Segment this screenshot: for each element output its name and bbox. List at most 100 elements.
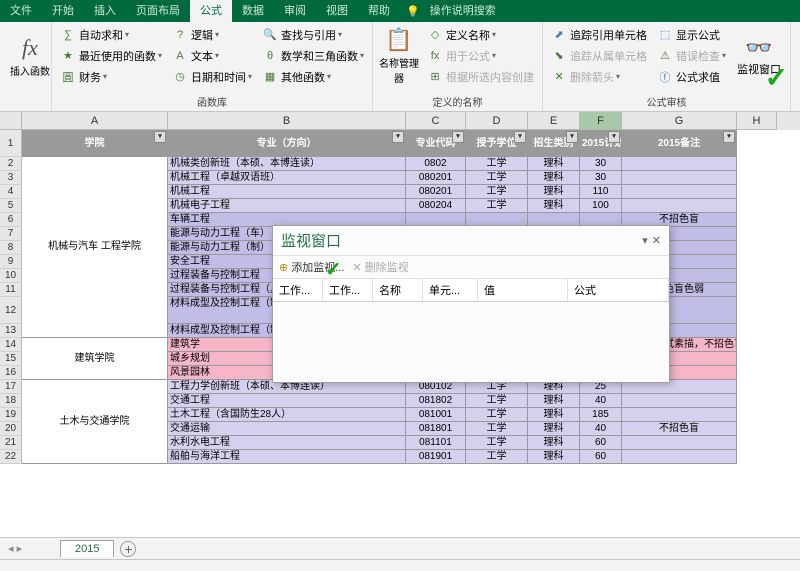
select-all-corner[interactable] bbox=[0, 112, 22, 130]
row-header[interactable]: 18 bbox=[0, 394, 22, 408]
header-B[interactable]: 专业（方向）▾ bbox=[168, 130, 406, 157]
data-cell[interactable]: 081101 bbox=[406, 436, 466, 450]
data-cell[interactable]: 081901 bbox=[406, 450, 466, 464]
college-cell[interactable]: 土木与交通学院 bbox=[22, 380, 168, 464]
use-formula-button[interactable]: fx用于公式▾ bbox=[425, 45, 536, 66]
tab-formula[interactable]: 公式 bbox=[190, 0, 232, 22]
row-header[interactable]: 17 bbox=[0, 380, 22, 394]
data-cell[interactable]: 0802 bbox=[406, 157, 466, 171]
watch-col-value[interactable]: 值 bbox=[478, 279, 568, 301]
tab-file[interactable]: 文件 bbox=[0, 0, 42, 22]
text-button[interactable]: A文本▾ bbox=[170, 45, 254, 66]
tab-home[interactable]: 开始 bbox=[42, 0, 84, 22]
header-C[interactable]: 专业代码▾ bbox=[406, 130, 466, 157]
add-sheet-button[interactable]: + bbox=[120, 541, 136, 557]
col-header-C[interactable]: C bbox=[406, 112, 466, 130]
watch-col-formula[interactable]: 公式 bbox=[568, 279, 669, 301]
data-cell[interactable]: 理科 bbox=[528, 408, 580, 422]
financial-button[interactable]: 圓财务▾ bbox=[58, 66, 164, 87]
watch-col-cell[interactable]: 单元... bbox=[423, 279, 478, 301]
row-header[interactable]: 4 bbox=[0, 185, 22, 199]
watch-col-sheet[interactable]: 工作... bbox=[323, 279, 373, 301]
filter-button[interactable]: ▾ bbox=[392, 131, 404, 143]
data-cell[interactable]: 机械工程（卓越双语班） bbox=[168, 171, 406, 185]
data-cell[interactable]: 60 bbox=[580, 450, 622, 464]
data-cell[interactable]: 理科 bbox=[528, 199, 580, 213]
data-cell[interactable]: 工学 bbox=[466, 185, 528, 199]
data-cell[interactable]: 土木工程（含国防生28人） bbox=[168, 408, 406, 422]
error-check-button[interactable]: ⚠错误检查▾ bbox=[655, 45, 728, 66]
close-icon[interactable]: ✕ bbox=[652, 234, 661, 247]
data-cell[interactable] bbox=[622, 157, 737, 171]
data-cell[interactable]: 081802 bbox=[406, 394, 466, 408]
remove-arrows-button[interactable]: ✕删除箭头▾ bbox=[549, 66, 649, 87]
delete-watch-button[interactable]: ✕ 删除监视 bbox=[352, 259, 408, 275]
data-cell[interactable] bbox=[622, 394, 737, 408]
data-cell[interactable]: 工学 bbox=[466, 199, 528, 213]
data-cell[interactable]: 30 bbox=[580, 171, 622, 185]
row-header[interactable]: 9 bbox=[0, 255, 22, 269]
sheet-tab-2015[interactable]: 2015 bbox=[60, 540, 114, 557]
lookup-button[interactable]: 🔍查找与引用▾ bbox=[260, 24, 366, 45]
datetime-button[interactable]: ◷日期和时间▾ bbox=[170, 66, 254, 87]
tab-insert[interactable]: 插入 bbox=[84, 0, 126, 22]
trace-dep-button[interactable]: ⬊追踪从属单元格 bbox=[549, 45, 649, 66]
insert-function-button[interactable]: fx 插入函数 bbox=[6, 24, 54, 88]
data-cell[interactable]: 40 bbox=[580, 422, 622, 436]
college-cell[interactable]: 建筑学院 bbox=[22, 338, 168, 380]
filter-button[interactable]: ▾ bbox=[514, 131, 526, 143]
data-cell[interactable]: 理科 bbox=[528, 436, 580, 450]
data-cell[interactable]: 081001 bbox=[406, 408, 466, 422]
header-D[interactable]: 授予学位▾ bbox=[466, 130, 528, 157]
row-header[interactable]: 6 bbox=[0, 213, 22, 227]
row-header[interactable]: 7 bbox=[0, 227, 22, 241]
data-cell[interactable]: 080201 bbox=[406, 185, 466, 199]
data-cell[interactable]: 机械工程 bbox=[168, 185, 406, 199]
data-cell[interactable] bbox=[622, 171, 737, 185]
data-cell[interactable]: 理科 bbox=[528, 450, 580, 464]
watch-window-button[interactable]: 👓 监视窗口 ✓ bbox=[734, 24, 784, 88]
data-cell[interactable] bbox=[622, 408, 737, 422]
data-cell[interactable] bbox=[622, 199, 737, 213]
dropdown-icon[interactable]: ▾ bbox=[642, 234, 648, 247]
row-header[interactable]: 3 bbox=[0, 171, 22, 185]
data-cell[interactable] bbox=[622, 450, 737, 464]
filter-button[interactable]: ▾ bbox=[452, 131, 464, 143]
data-cell[interactable]: 工学 bbox=[466, 422, 528, 436]
row-header[interactable]: 13 bbox=[0, 324, 22, 338]
data-cell[interactable]: 理科 bbox=[528, 394, 580, 408]
data-cell[interactable]: 60 bbox=[580, 436, 622, 450]
eval-formula-button[interactable]: ⓕ公式求值 bbox=[655, 66, 728, 87]
header-E[interactable]: 招生类别▾ bbox=[528, 130, 580, 157]
math-button[interactable]: θ数学和三角函数▾ bbox=[260, 45, 366, 66]
row-header[interactable]: 12 bbox=[0, 297, 22, 324]
row-header[interactable]: 2 bbox=[0, 157, 22, 171]
row-header[interactable]: 16 bbox=[0, 366, 22, 380]
row-header[interactable]: 10 bbox=[0, 269, 22, 283]
watch-col-book[interactable]: 工作... bbox=[273, 279, 323, 301]
data-cell[interactable]: 理科 bbox=[528, 171, 580, 185]
data-cell[interactable]: 工学 bbox=[466, 171, 528, 185]
watch-window-panel[interactable]: 监视窗口 ▾ ✕ ⊕ 添加监视... ✓ ✕ 删除监视 工作... 工作... … bbox=[272, 225, 670, 383]
data-cell[interactable]: 30 bbox=[580, 157, 622, 171]
data-cell[interactable]: 110 bbox=[580, 185, 622, 199]
search-help[interactable]: 操作说明搜索 bbox=[420, 0, 506, 22]
data-cell[interactable]: 船舶与海洋工程 bbox=[168, 450, 406, 464]
row-header[interactable]: 14 bbox=[0, 338, 22, 352]
data-cell[interactable]: 工学 bbox=[466, 394, 528, 408]
data-cell[interactable]: 工学 bbox=[466, 408, 528, 422]
data-cell[interactable]: 100 bbox=[580, 199, 622, 213]
sheet-nav[interactable]: ◂ ▸ bbox=[8, 542, 22, 555]
header-A[interactable]: 学院▾ bbox=[22, 130, 168, 157]
data-cell[interactable]: 080204 bbox=[406, 199, 466, 213]
filter-button[interactable]: ▾ bbox=[723, 131, 735, 143]
col-header-G[interactable]: G bbox=[622, 112, 737, 130]
add-watch-button[interactable]: ⊕ 添加监视... ✓ bbox=[279, 259, 344, 275]
col-header-H[interactable]: H bbox=[737, 112, 777, 130]
autosum-button[interactable]: ∑自动求和▾ bbox=[58, 24, 164, 45]
create-sel-button[interactable]: ⊞根据所选内容创建 bbox=[425, 66, 536, 87]
data-cell[interactable] bbox=[622, 436, 737, 450]
logical-button[interactable]: ?逻辑▾ bbox=[170, 24, 254, 45]
data-cell[interactable] bbox=[622, 185, 737, 199]
data-cell[interactable]: 交通工程 bbox=[168, 394, 406, 408]
